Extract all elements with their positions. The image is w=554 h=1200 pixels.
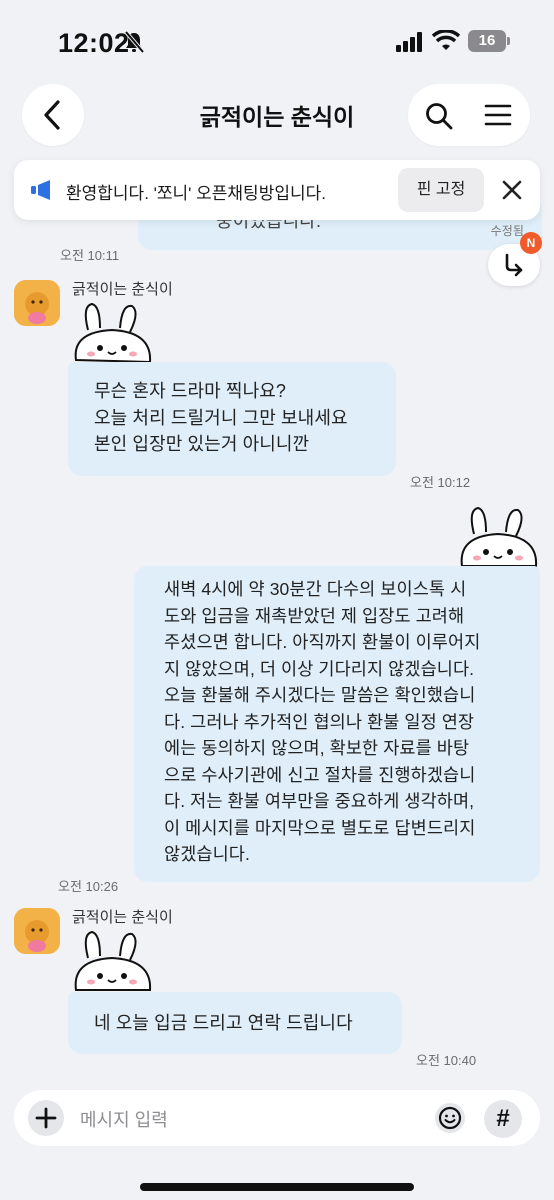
reply-arrow-icon: [505, 253, 523, 277]
profile-character-image: [14, 908, 60, 954]
message-time: 오전 10:11: [60, 248, 120, 263]
message-text: 네 오늘 입금 드리고 연락 드립니다: [94, 1013, 353, 1033]
message-line: 새벽 4시에 약 30분간 다수의 보이스톡 시: [164, 579, 467, 599]
message-line: 본인 입장만 있는거 아니니깐: [94, 434, 310, 454]
message-bubble[interactable]: 네 오늘 입금 드리고 연락 드립니다: [68, 992, 402, 1054]
message-input-bar: 메시지 입력 #: [14, 1090, 540, 1146]
emoji-icon: [435, 1103, 465, 1133]
status-bar: 12:02 16: [0, 0, 554, 84]
megaphone-icon: [31, 180, 50, 200]
header-actions: [408, 84, 530, 146]
message-line: 다. 그러나 추가적인 협의나 환불 일정 연장: [164, 711, 475, 732]
sender-name: 긁적이는 춘식이: [72, 909, 173, 926]
message-time: 오전 10:40: [416, 1053, 477, 1068]
message-time: 오전 10:12: [410, 475, 471, 490]
profile-character-image: [14, 280, 60, 326]
menu-icon[interactable]: [484, 103, 512, 127]
add-attachment-button[interactable]: [28, 1100, 64, 1136]
notice-text: 환영합니다. '쪼니' 오픈채팅방입니다.: [66, 184, 326, 203]
message-bubble[interactable]: 무슨 혼자 드라마 찍나요? 오늘 처리 드릴거니 그만 보내세요 본인 입장만…: [68, 362, 396, 476]
bell-slash-icon: [124, 30, 144, 54]
hashtag-button[interactable]: #: [484, 1100, 522, 1138]
home-indicator[interactable]: [140, 1183, 414, 1191]
message-line: 도와 입금을 재촉받았던 제 입장도 고려해: [164, 605, 465, 626]
signal-icon: [396, 32, 422, 52]
message-line: 에는 동의하지 않으며, 확보한 자료를 바탕: [164, 738, 470, 758]
status-time: 12:02: [58, 28, 130, 58]
message-line: 으로 수사기관에 신고 절차를 진행하겠습니: [164, 764, 476, 785]
notice-banner[interactable]: 환영합니다. '쪼니' 오픈채팅방입니다. 핀 고정: [14, 160, 540, 220]
avatar[interactable]: [14, 280, 60, 326]
message-line: 이 메시지를 마지막으로 별도로 답변드리지: [164, 817, 476, 838]
avatar[interactable]: [14, 908, 60, 954]
message-line: 다. 저는 환불 여부만을 중요하게 생각하며,: [164, 791, 475, 811]
message-line: 오늘 환불해 주시겠다는 말씀은 확인했습니: [164, 685, 476, 705]
close-icon[interactable]: [498, 176, 526, 204]
plus-icon: [35, 1107, 57, 1129]
message-line: 오늘 처리 드릴거니 그만 보내세요: [94, 407, 348, 428]
message-line: 무슨 혼자 드라마 찍나요?: [94, 381, 287, 401]
emoji-button[interactable]: [432, 1100, 468, 1136]
wifi-icon: [432, 30, 460, 50]
battery-level: 16: [468, 30, 506, 52]
message-input[interactable]: 메시지 입력: [80, 1106, 168, 1132]
pin-button[interactable]: 핀 고정: [398, 168, 484, 212]
battery-tip: [507, 37, 510, 45]
new-badge: N: [520, 232, 542, 254]
message-time: 오전 10:26: [58, 879, 119, 894]
message-line: 않겠습니다.: [164, 844, 250, 864]
search-icon[interactable]: [424, 101, 454, 131]
message-line: 주셨으면 합니다. 아직까지 환불이 이루어지: [164, 632, 481, 652]
bunny-sticker-character: [74, 930, 152, 991]
message-line: 지 않았으며, 더 이상 기다리지 않겠습니다.: [164, 658, 475, 679]
message-bubble-own[interactable]: 새벽 4시에 약 30분간 다수의 보이스톡 시 도와 입금을 재촉받았던 제 …: [134, 566, 540, 882]
edited-label: 수정됨: [490, 224, 524, 238]
sender-name: 긁적이는 춘식이: [72, 281, 173, 298]
